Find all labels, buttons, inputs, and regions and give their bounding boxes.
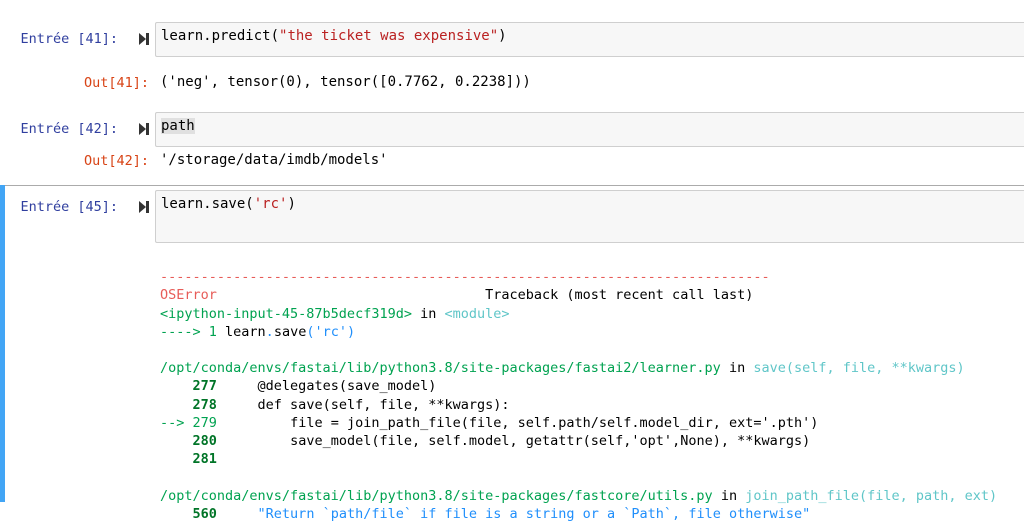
frame-function: save(self, file, **kwargs): [753, 360, 965, 377]
selected-cell-indicator: [0, 185, 5, 502]
frame-path: /opt/conda/envs/fastai/lib/python3.8/sit…: [160, 360, 721, 377]
traceback-divider: ----------------------------------------…: [160, 269, 770, 286]
play-icon: [139, 33, 146, 45]
play-icon: [139, 201, 146, 213]
cell-divider: [5, 185, 1024, 186]
module-name: <module>: [444, 305, 510, 322]
cell-output-41: ('neg', tensor(0), tensor([0.7762, 0.223…: [160, 74, 531, 90]
input-prompt-41: Entrée [41]:: [20, 31, 118, 47]
run-cell-button[interactable]: [138, 200, 150, 214]
code-input-42[interactable]: path: [155, 112, 1024, 147]
error-name: OSError: [160, 287, 217, 304]
traceback-output: ----------------------------------------…: [160, 269, 998, 522]
code-input-45[interactable]: learn.save('rc'): [155, 190, 1024, 243]
output-prompt-41: Out[41]:: [83, 75, 149, 91]
input-prompt-45: Entrée [45]:: [20, 199, 118, 215]
output-prompt-42: Out[42]:: [83, 153, 149, 169]
play-icon: [139, 123, 146, 135]
code-input-41[interactable]: learn.predict("the ticket was expensive"…: [155, 22, 1024, 57]
run-cell-button[interactable]: [138, 32, 150, 46]
traceback-header: Traceback (most recent call last): [485, 287, 754, 304]
cell-output-42: '/storage/data/imdb/models': [160, 152, 388, 168]
input-prompt-42: Entrée [42]:: [20, 121, 118, 137]
frame-path: /opt/conda/envs/fastai/lib/python3.8/sit…: [160, 487, 713, 504]
run-cell-button[interactable]: [138, 122, 150, 136]
frame-function: join_path_file(file, path, ext): [745, 487, 998, 504]
input-ref: <ipython-input-45-87b5decf319d>: [160, 305, 412, 322]
